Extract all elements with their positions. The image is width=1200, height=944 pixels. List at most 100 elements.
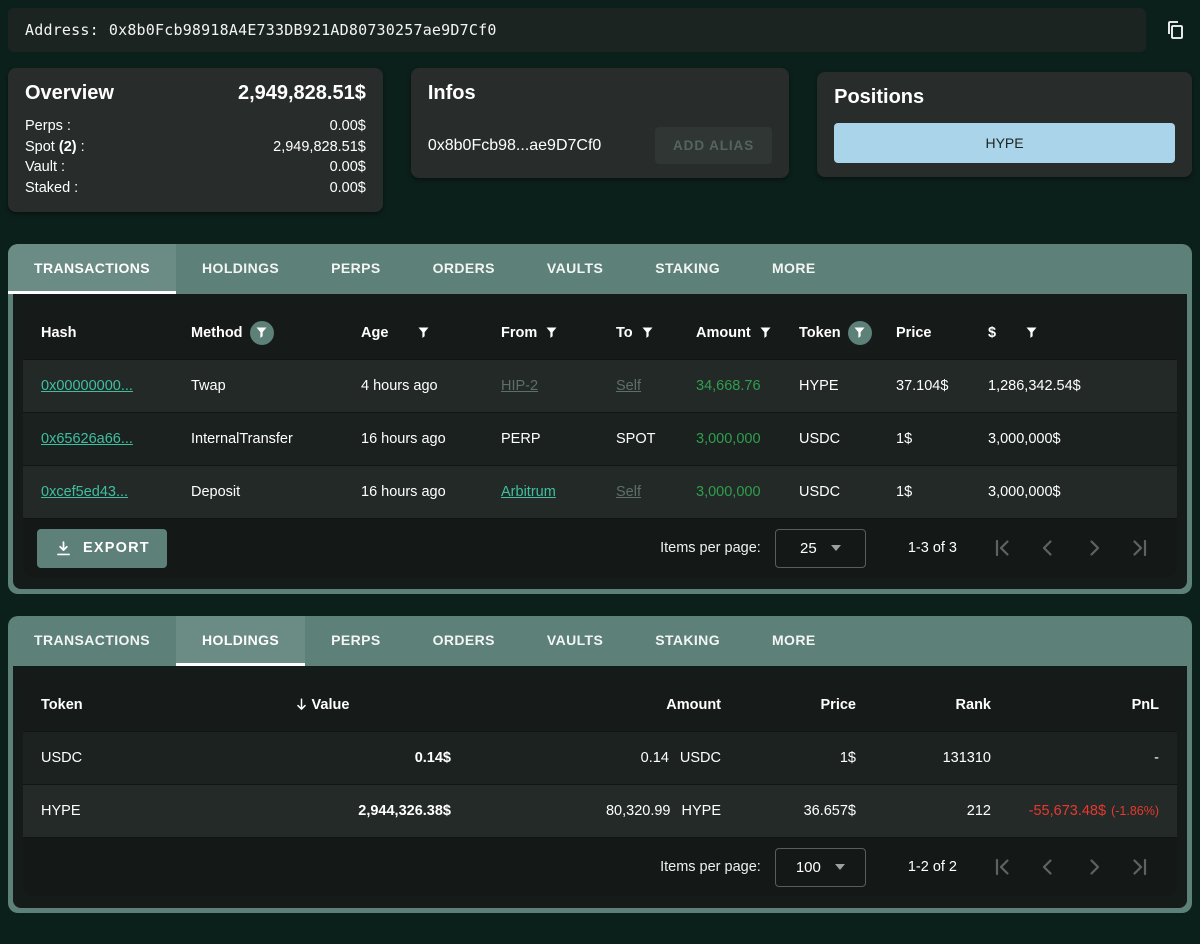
col-pnl: PnL [1131, 696, 1159, 713]
positions-title: Positions [834, 86, 925, 108]
last-page-button[interactable] [1117, 528, 1163, 568]
tx-to-link[interactable]: Self [616, 484, 641, 500]
address-value: 0x8b0Fcb98918A4E733DB921AD80730257ae9D7C… [108, 21, 497, 39]
col-token: Token [41, 696, 83, 713]
holding-token: HYPE [41, 803, 81, 819]
tx-hash-link[interactable]: 0x65626a66... [41, 431, 133, 447]
tab-orders[interactable]: ORDERS [407, 616, 521, 666]
tab-vaults[interactable]: VAULTS [521, 244, 629, 294]
tx-from-link[interactable]: HIP-2 [501, 378, 538, 394]
usd-filter-icon[interactable] [1024, 325, 1039, 340]
next-page-button[interactable] [1071, 528, 1117, 568]
tab-perps[interactable]: PERPS [305, 244, 406, 294]
tab-transactions[interactable]: TRANSACTIONS [8, 616, 176, 666]
vault-label: Vault : [25, 159, 66, 175]
to-filter-icon[interactable] [640, 325, 655, 340]
tx-to: SPOT [616, 431, 656, 447]
tx-from-link[interactable]: Arbitrum [501, 484, 556, 500]
tab-vaults[interactable]: VAULTS [521, 616, 629, 666]
first-page-button[interactable] [979, 528, 1025, 568]
holding-price: 1$ [839, 750, 856, 766]
tab-more[interactable]: MORE [746, 244, 842, 294]
tx-price: 1$ [896, 431, 913, 447]
holdings-table: Token Value Amount Price Rank PnL USDC 0… [23, 678, 1177, 896]
staked-value: 0.00$ [329, 179, 366, 196]
tab-staking[interactable]: STAKING [629, 244, 746, 294]
copy-address-button[interactable] [1158, 13, 1192, 47]
tx-to-link[interactable]: Self [616, 378, 641, 394]
tab-holdings[interactable]: HOLDINGS [176, 244, 305, 294]
age-filter-icon[interactable] [416, 325, 431, 340]
holdings-section: TRANSACTIONS HOLDINGS PERPS ORDERS VAULT… [8, 616, 1192, 913]
tx-hash-link[interactable]: 0xcef5ed43... [41, 484, 128, 500]
tab-more[interactable]: MORE [746, 616, 842, 666]
last-page-button[interactable] [1117, 847, 1163, 887]
transaction-row: 0xcef5ed43... Deposit 16 hours ago Arbit… [23, 465, 1177, 518]
infos-address-short: 0x8b0Fcb98...ae9D7Cf0 [427, 136, 602, 154]
transaction-row: 0x00000000... Twap 4 hours ago HIP-2 Sel… [23, 359, 1177, 412]
tab-staking[interactable]: STAKING [629, 616, 746, 666]
tx-usd: 1,286,342.54$ [988, 378, 1081, 394]
tx-amount: 3,000,000 [696, 431, 761, 447]
tx-age: 16 hours ago [361, 431, 446, 447]
col-rank: Rank [955, 696, 991, 713]
export-button[interactable]: EXPORT [37, 528, 167, 568]
holding-pnl: - [1154, 750, 1159, 766]
holding-token: USDC [41, 750, 83, 766]
perps-value: 0.00$ [329, 118, 366, 134]
holding-value: 2,944,326.38$ [358, 803, 451, 819]
tab-orders[interactable]: ORDERS [407, 244, 521, 294]
add-alias-button[interactable]: ADD ALIAS [655, 127, 773, 164]
download-icon [54, 539, 73, 558]
spot-value: 2,949,828.51$ [273, 138, 366, 155]
page-size-select[interactable]: 25 [774, 528, 866, 568]
tx-amount: 34,668.76 [696, 378, 761, 394]
col-usd: $ [988, 325, 1159, 341]
col-price: Price [820, 696, 856, 713]
page-range: 1-2 of 2 [907, 859, 957, 875]
amount-filter-icon[interactable] [758, 325, 773, 340]
col-token: Token [799, 320, 896, 345]
holdings-tabbar: TRANSACTIONS HOLDINGS PERPS ORDERS VAULT… [8, 616, 1192, 666]
tab-transactions[interactable]: TRANSACTIONS [8, 244, 177, 294]
token-filter-icon[interactable] [847, 320, 872, 345]
first-page-button[interactable] [979, 847, 1025, 887]
col-from: From [501, 325, 616, 341]
next-page-button[interactable] [1071, 847, 1117, 887]
col-amount: Amount [696, 325, 799, 341]
holding-amount: 80,320.99 HYPE [605, 803, 721, 819]
holding-rank: 131310 [942, 750, 991, 766]
tx-hash-link[interactable]: 0x00000000... [41, 378, 133, 394]
method-filter-icon[interactable] [249, 320, 274, 345]
tab-perps[interactable]: PERPS [305, 616, 406, 666]
transaction-row: 0x65626a66... InternalTransfer 16 hours … [23, 412, 1177, 465]
tx-amount: 3,000,000 [696, 484, 761, 500]
tx-age: 16 hours ago [361, 484, 446, 500]
overview-row-staked: Staked : 0.00$ [25, 178, 366, 199]
col-method: Method [191, 320, 361, 345]
address-bar: Address: 0x8b0Fcb98918A4E733DB921AD80730… [8, 8, 1146, 52]
infos-card: Infos 0x8b0Fcb98...ae9D7Cf0 ADD ALIAS [410, 68, 790, 178]
tx-from: PERP [501, 431, 541, 447]
transactions-table: Hash Method Age From To Amount Token Pri… [23, 306, 1177, 577]
address-row: Address: 0x8b0Fcb98918A4E733DB921AD80730… [8, 8, 1192, 52]
position-hype-button[interactable]: HYPE [834, 123, 1175, 163]
chevron-down-icon [834, 864, 845, 870]
tx-method: InternalTransfer [191, 431, 293, 447]
holding-amount: 0.14 USDC [640, 750, 721, 766]
transactions-body: Hash Method Age From To Amount Token Pri… [13, 294, 1187, 589]
transactions-section: TRANSACTIONS HOLDINGS PERPS ORDERS VAULT… [8, 244, 1192, 594]
page-size-select[interactable]: 100 [774, 847, 866, 887]
previous-page-button[interactable] [1025, 528, 1071, 568]
previous-page-button[interactable] [1025, 847, 1071, 887]
overview-card: Overview 2,949,828.51$ Perps : 0.00$ Spo… [8, 68, 383, 212]
transactions-tabbar: TRANSACTIONS HOLDINGS PERPS ORDERS VAULT… [8, 244, 1192, 294]
holdings-body: Token Value Amount Price Rank PnL USDC 0… [13, 666, 1187, 908]
from-filter-icon[interactable] [544, 325, 559, 340]
overview-row-spot: Spot (2) : 2,949,828.51$ [25, 137, 366, 158]
col-value[interactable]: Value [191, 696, 451, 713]
tx-usd: 3,000,000$ [988, 431, 1061, 447]
tab-holdings[interactable]: HOLDINGS [176, 616, 306, 666]
col-amount: Amount [666, 696, 721, 713]
tx-method: Twap [191, 378, 226, 394]
